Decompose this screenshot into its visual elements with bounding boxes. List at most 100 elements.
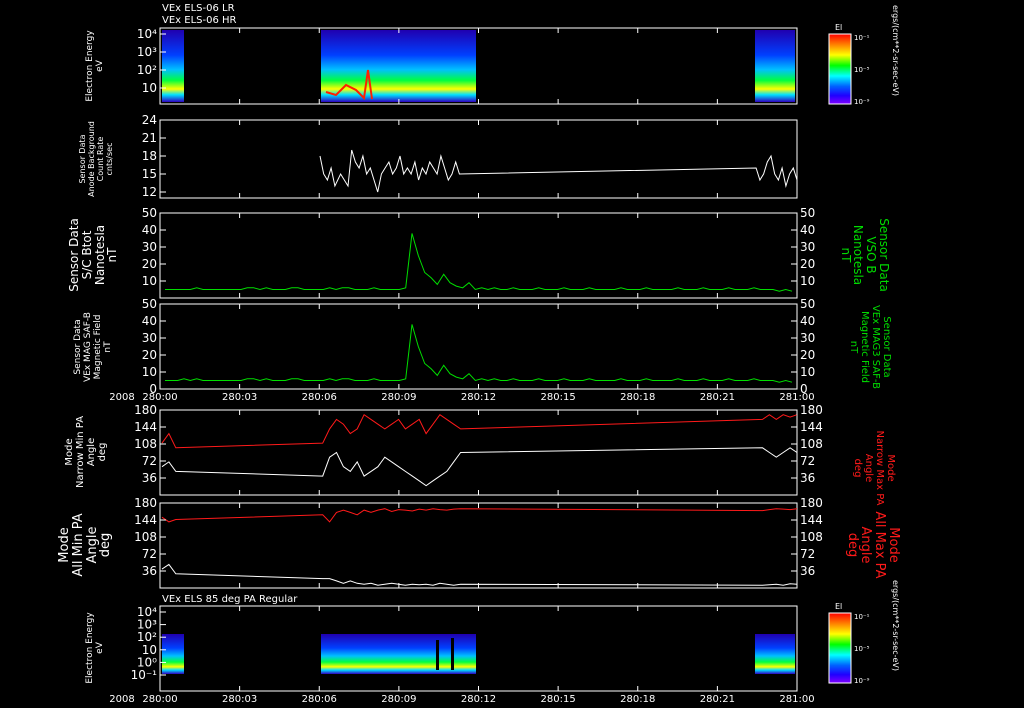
panel-4-rlabel-2: VEx MAG3 SAF-B xyxy=(870,305,881,389)
panel-4-ylabel-2: VEx MAG SAF-B xyxy=(83,312,93,382)
y-tick-label: 10³ xyxy=(137,45,157,59)
x-tick-label: 280:18 xyxy=(620,392,655,403)
y-tick-label: 10 xyxy=(142,365,157,379)
panel-3-rlabel-4: nT xyxy=(839,248,853,264)
panel-7-ylabel-2: eV xyxy=(95,641,105,654)
y-tick-label-right: 36 xyxy=(800,471,815,485)
colorbar-top-scale xyxy=(828,33,852,105)
x-year-label: 2008 xyxy=(109,694,134,705)
y-tick-label-right: 108 xyxy=(800,437,823,451)
series-line-all-pa-0 xyxy=(161,563,798,586)
panel-6-frame xyxy=(159,502,798,589)
y-tick-label: 12 xyxy=(142,185,157,199)
panel-frames xyxy=(159,27,798,692)
y-tick-label-right: 0 xyxy=(800,382,808,396)
panel-5-rlabel-2: Narrow Max PA xyxy=(874,431,885,506)
spectrogram-7-block-a xyxy=(162,634,184,674)
y-tick-label: 18 xyxy=(142,149,157,163)
panel-3-frame xyxy=(159,212,798,299)
y-tick-label-right: 10 xyxy=(800,365,815,379)
panel-3-ylabel-1: Sensor Data xyxy=(67,218,81,292)
series-line-sc-bmag-0 xyxy=(165,233,793,292)
colorbar-top-units: ergs/(cm**2-sr-sec-eV) xyxy=(891,5,900,96)
panel-5-rlabel-1: Mode xyxy=(885,454,896,481)
panel-3-ylabel-2: S/C Btot xyxy=(80,230,94,279)
x-tick-label: 280:15 xyxy=(541,694,576,705)
spectrogram-1-block-b xyxy=(321,30,476,102)
x-tick-label: 281:00 xyxy=(779,694,814,705)
panel-4-ylabel-3: Magnetic Field xyxy=(93,315,103,380)
y-tick-label: 10 xyxy=(142,274,157,288)
x-tick-label: 280:03 xyxy=(222,392,257,403)
y-tick-label: 15 xyxy=(142,167,157,181)
colorbar-bottom-units: ergs/(cm**2-sr-sec-eV) xyxy=(891,580,900,671)
panel-6-rlabel-2: All Max PA xyxy=(872,511,887,578)
y-tick-label-right: 144 xyxy=(800,513,823,527)
y-tick-label-right: 40 xyxy=(800,314,815,328)
colorbar-bottom-label-high: 10⁻¹ xyxy=(854,613,870,621)
y-tick-label: 10⁴ xyxy=(137,27,157,41)
y-tick-label: 24 xyxy=(142,113,157,127)
colorbar-bottom-scale xyxy=(828,612,852,684)
y-tick-label-right: 36 xyxy=(800,564,815,578)
colorbar-top-label-high: 10⁻¹ xyxy=(854,34,870,42)
colorbar-top: El 10⁻¹ 10⁻⁵ 10⁻⁹ ergs/(cm**2-sr-sec-eV) xyxy=(828,5,900,106)
y-tick-label-right: 30 xyxy=(800,240,815,254)
panel-4-frame xyxy=(159,303,798,390)
header-line-2: VEx ELS-06 HR xyxy=(162,15,237,26)
colorbar-bottom-label-low: 10⁻⁹ xyxy=(854,677,870,685)
y-tick-label: 50 xyxy=(142,206,157,220)
x-tick-label: 280:15 xyxy=(541,392,576,403)
y-tick-label: 20 xyxy=(142,257,157,271)
panel-6-ylabel-1: Mode xyxy=(57,527,72,562)
panel-7-title: VEx ELS 85 deg PA Regular xyxy=(162,594,298,605)
x-tick-label: 280:21 xyxy=(700,392,735,403)
panel-7-frame xyxy=(159,605,798,692)
colorbar-bottom-title: El xyxy=(835,602,842,611)
y-tick-label-right: 40 xyxy=(800,223,815,237)
colorbar-top-label-mid: 10⁻⁵ xyxy=(854,66,870,74)
panel-5-ylabel-2: Narrow Min PA xyxy=(75,416,86,488)
header-line-1: VEx ELS-06 LR xyxy=(162,3,235,14)
y-tick-label-right: 180 xyxy=(800,496,823,510)
series-line-sensor-background-0 xyxy=(319,149,798,193)
y-tick-label: 50 xyxy=(142,297,157,311)
panel-6-rlabel-1: Mode xyxy=(886,527,901,562)
panel-2-ylabel-3: Count Rate xyxy=(96,137,105,182)
panel-6-ylabel-2: All Min PA xyxy=(71,513,86,576)
panel-4-rlabel-4: nT xyxy=(848,341,859,354)
panel-1-ylabel-1: Electron Energy xyxy=(85,30,95,102)
series-line-mag-field-0 xyxy=(165,324,793,383)
spectrogram-7-dropout-1 xyxy=(436,640,439,670)
y-tick-label: 144 xyxy=(134,513,157,527)
y-tick-label-right: 10 xyxy=(800,274,815,288)
x-tick-label: 280:06 xyxy=(302,694,337,705)
colorbar-bottom: El 10⁻¹ 10⁻⁵ 10⁻⁹ ergs/(cm**2-sr-sec-eV) xyxy=(828,580,900,685)
colorbar-top-title: El xyxy=(835,23,842,32)
line-series-layer xyxy=(161,149,798,586)
y-tick-label: 108 xyxy=(134,530,157,544)
x-tick-label: 280:06 xyxy=(302,392,337,403)
spectrogram-1 xyxy=(162,30,795,102)
y-tick-label: 36 xyxy=(142,564,157,578)
x-tick-label: 280:00 xyxy=(142,392,177,403)
panel-4-ylabel-4: nT xyxy=(103,341,113,353)
x-tick-label: 280:12 xyxy=(461,392,496,403)
y-tick-label: 20 xyxy=(142,348,157,362)
spectrogram-1-block-c xyxy=(755,30,795,102)
panel-2-ylabel-1: Sensor Data xyxy=(78,134,87,183)
y-tick-label: 30 xyxy=(142,331,157,345)
series-line-narrow-pa-1 xyxy=(161,413,798,449)
series-line-narrow-pa-0 xyxy=(161,447,798,487)
panel-5-ylabel-4: deg xyxy=(97,443,108,462)
y-tick-label: 72 xyxy=(142,547,157,561)
left-labels: Electron Energy eV Sensor Data Anode Bac… xyxy=(57,30,119,684)
panel-4-rlabel-1: Sensor Data xyxy=(881,316,892,377)
y-tick-label-right: 144 xyxy=(800,420,823,434)
right-labels: Sensor Data VSO B Nanotesla nT Sensor Da… xyxy=(839,218,901,578)
x-tick-label: 280:09 xyxy=(381,694,416,705)
panel-2-frame xyxy=(159,119,798,199)
panel-6-ylabel-4: deg xyxy=(98,533,113,558)
x-tick-label: 281:00 xyxy=(779,392,814,403)
colorbar-bottom-label-mid: 10⁻⁵ xyxy=(854,645,870,653)
